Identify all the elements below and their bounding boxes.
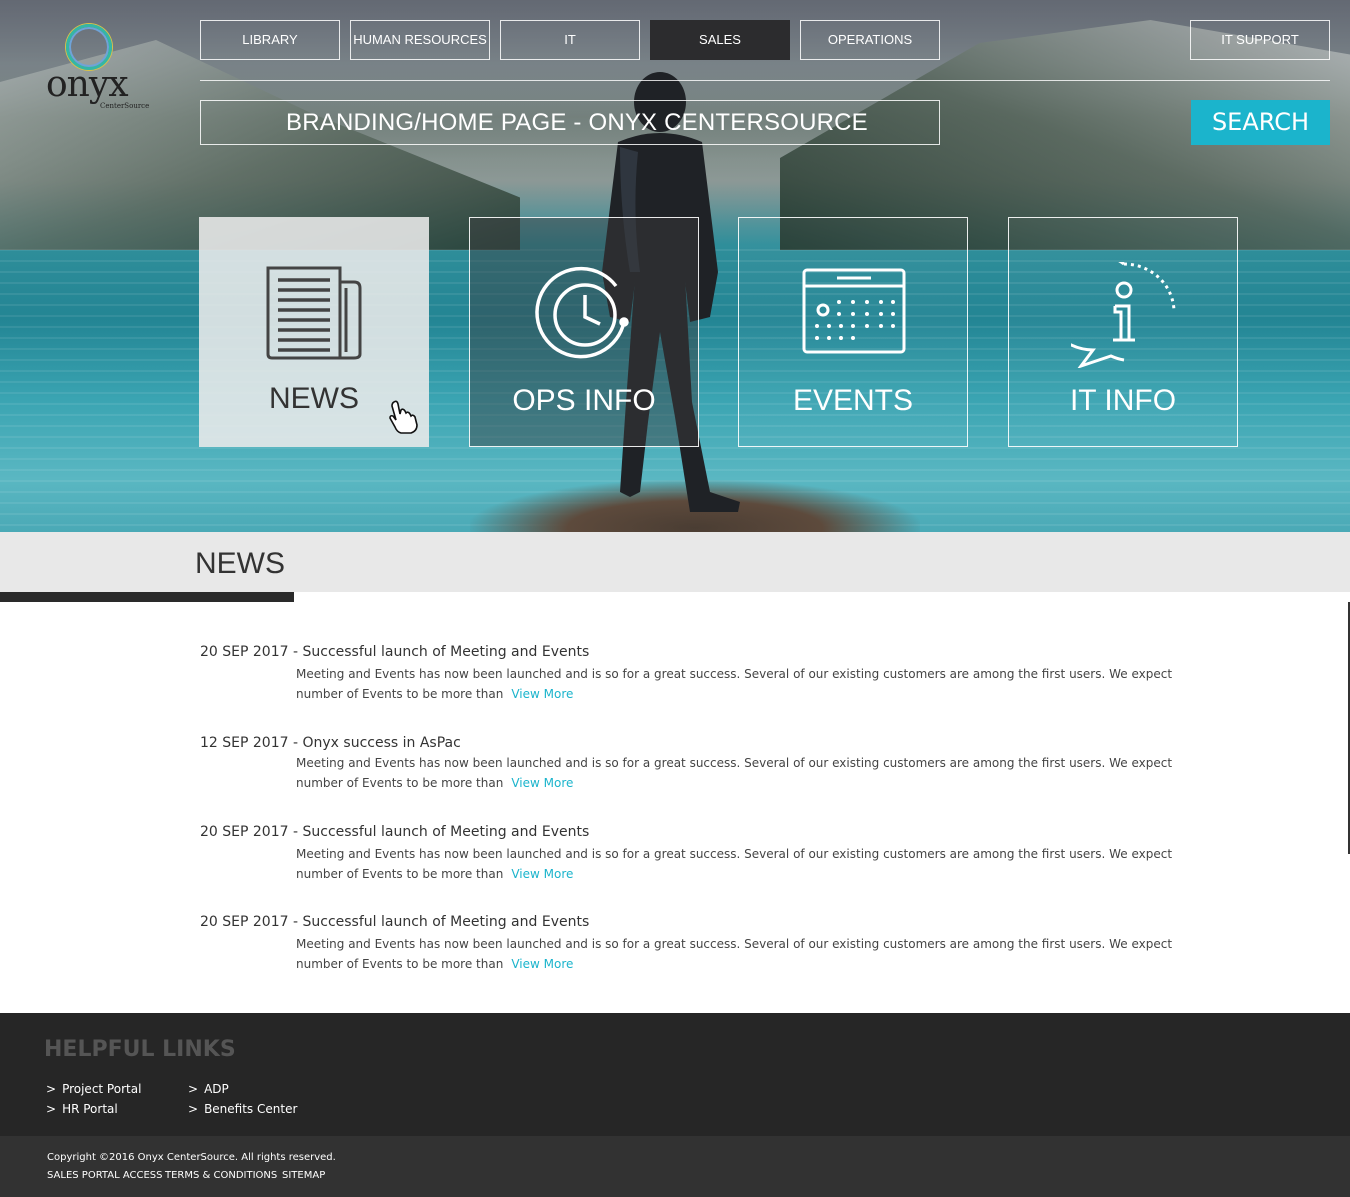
news-headline: - Onyx success in AsPac <box>288 735 461 751</box>
view-more-link[interactable]: View More <box>511 687 573 701</box>
footer-link-label: ADP <box>204 1082 229 1096</box>
nav-operations[interactable]: OPERATIONS <box>800 20 940 60</box>
news-date: 20 SEP 2017 <box>200 824 289 840</box>
news-item-body: Meeting and Events has now been launched… <box>296 844 1176 884</box>
news-section-header: NEWS <box>0 532 1350 592</box>
news-excerpt: Meeting and Events has now been launched… <box>296 756 1173 790</box>
newspaper-icon <box>266 266 362 360</box>
news-date: 20 SEP 2017 <box>200 644 289 660</box>
news-item-body: Meeting and Events has now been launched… <box>296 934 1176 974</box>
news-item-heading[interactable]: 20 SEP 2017 - Successful launch of Meeti… <box>200 914 1190 930</box>
footer-link-adp[interactable]: > ADP <box>188 1082 229 1096</box>
footer-link-hr-portal[interactable]: > HR Portal <box>46 1102 118 1116</box>
sales-portal-access-link[interactable]: SALES PORTAL ACCESS <box>47 1170 162 1181</box>
logo-wordmark: onyx <box>46 64 128 105</box>
tile-ops-info[interactable]: OPS INFO <box>469 217 699 447</box>
view-more-link[interactable]: View More <box>511 776 573 790</box>
search-input[interactable]: BRANDING/HOME PAGE - ONYX CENTERSOURCE <box>200 100 940 145</box>
news-excerpt: Meeting and Events has now been launched… <box>296 937 1173 971</box>
news-item-body: Meeting and Events has now been launched… <box>296 664 1176 704</box>
news-excerpt: Meeting and Events has now been launched… <box>296 667 1173 701</box>
news-date: 12 SEP 2017 <box>200 735 289 751</box>
chevron-right-icon: > <box>188 1082 199 1096</box>
nav-it-support[interactable]: IT SUPPORT <box>1190 20 1330 60</box>
clock-icon <box>535 266 629 359</box>
news-item: 20 SEP 2017 - Successful launch of Meeti… <box>200 914 1190 974</box>
news-item-body: Meeting and Events has now been launched… <box>296 753 1176 793</box>
logo-subtext: CenterSource <box>100 102 150 110</box>
footer-link-benefits-center[interactable]: > Benefits Center <box>188 1102 297 1116</box>
calendar-icon <box>802 268 906 354</box>
news-item: 20 SEP 2017 - Successful launch of Meeti… <box>200 644 1190 704</box>
news-excerpt: Meeting and Events has now been launched… <box>296 847 1173 881</box>
onyx-logo[interactable]: onyx CenterSource <box>44 22 154 114</box>
nav-it[interactable]: IT <box>500 20 640 60</box>
news-item: 20 SEP 2017 - Successful launch of Meeti… <box>200 824 1190 884</box>
tile-it-info-label: IT INFO <box>1069 384 1177 417</box>
tile-events-label: EVENTS <box>792 384 914 417</box>
terms-conditions-link[interactable]: TERMS & CONDITIONS <box>165 1170 277 1181</box>
hand-cursor-icon <box>389 400 418 434</box>
view-more-link[interactable]: View More <box>511 957 573 971</box>
footer-link-label: Benefits Center <box>204 1102 298 1116</box>
news-item: 12 SEP 2017 - Onyx success in AsPac Meet… <box>200 735 1190 793</box>
footer-link-label: HR Portal <box>62 1102 118 1116</box>
sitemap-link[interactable]: SITEMAP <box>282 1170 325 1181</box>
footer-link-project-portal[interactable]: > Project Portal <box>46 1082 141 1096</box>
sub-footer: Copyright ©2016 Onyx CenterSource. All r… <box>0 1136 1350 1197</box>
news-headline: - Successful launch of Meeting and Event… <box>288 824 590 840</box>
tile-it-info[interactable]: IT INFO <box>1008 217 1238 447</box>
nav-library[interactable]: LIBRARY <box>200 20 340 60</box>
view-more-link[interactable]: View More <box>511 867 573 881</box>
nav-human-resources[interactable]: HUMAN RESOURCES <box>350 20 490 60</box>
tile-ops-info-label: OPS INFO <box>512 384 656 417</box>
news-item-heading[interactable]: 20 SEP 2017 - Successful launch of Meeti… <box>200 644 1190 660</box>
info-bubble-icon <box>1071 262 1176 368</box>
tile-news[interactable]: NEWS <box>199 217 429 447</box>
news-date: 20 SEP 2017 <box>200 914 289 930</box>
copyright-text: Copyright ©2016 Onyx CenterSource. All r… <box>47 1152 336 1163</box>
chevron-right-icon: > <box>188 1102 199 1116</box>
helpful-links-title: HELPFUL LINKS <box>44 1037 236 1062</box>
chevron-right-icon: > <box>46 1102 57 1116</box>
footer: HELPFUL LINKS > Project Portal > HR Portal… <box>0 1013 1350 1136</box>
nav-sales[interactable]: SALES <box>650 20 790 60</box>
search-button[interactable]: SEARCH <box>1191 100 1330 145</box>
news-item-heading[interactable]: 12 SEP 2017 - Onyx success in AsPac <box>200 735 1190 751</box>
footer-link-label: Project Portal <box>62 1082 142 1096</box>
nav-divider <box>200 80 1330 81</box>
news-headline: - Successful launch of Meeting and Event… <box>288 644 590 660</box>
news-item-heading[interactable]: 20 SEP 2017 - Successful launch of Meeti… <box>200 824 1190 840</box>
news-section-title: NEWS <box>195 547 285 580</box>
news-headline: - Successful launch of Meeting and Event… <box>288 914 590 930</box>
news-header-underline <box>0 592 294 602</box>
chevron-right-icon: > <box>46 1082 57 1096</box>
tile-events[interactable]: EVENTS <box>738 217 968 447</box>
